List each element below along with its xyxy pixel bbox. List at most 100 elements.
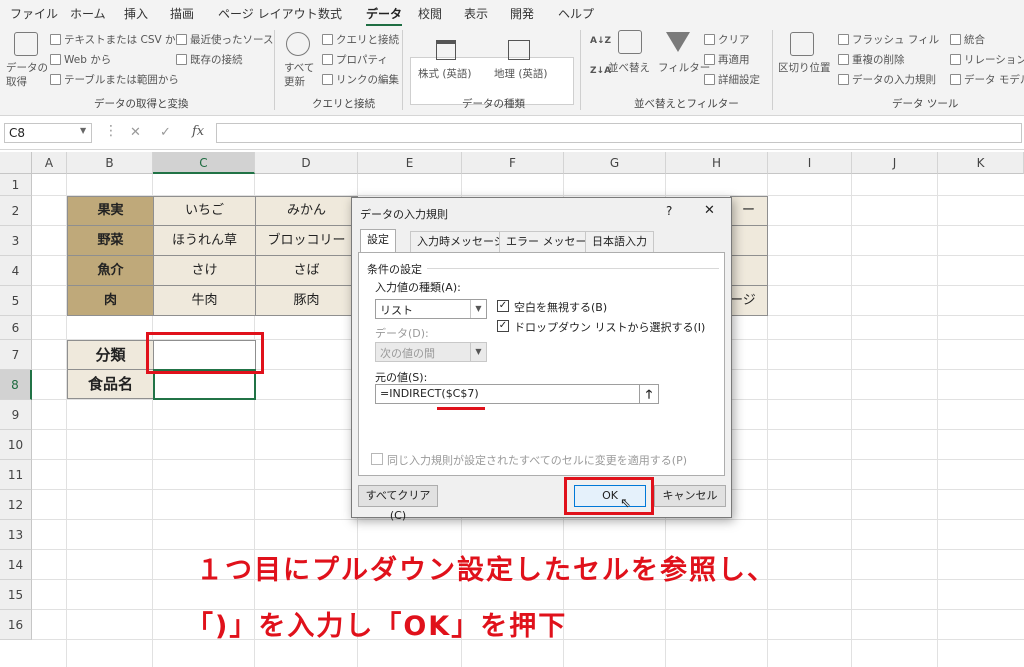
item-cell[interactable]: 牛肉 [153, 285, 256, 316]
remove-duplicates-button[interactable]: 重複の削除 [852, 52, 905, 67]
row-header[interactable]: 3 [0, 226, 32, 256]
name-box-dropdown-icon[interactable]: ▼ [80, 126, 86, 135]
select-all-corner[interactable] [0, 152, 32, 174]
reapply-button[interactable]: 再適用 [718, 52, 750, 67]
column-header[interactable]: E [358, 152, 462, 174]
enter-icon[interactable]: ✓ [160, 125, 171, 140]
help-icon[interactable]: ? [666, 204, 672, 218]
row-header[interactable]: 14 [0, 550, 32, 580]
cancel-icon[interactable]: ✕ [130, 125, 141, 140]
tab-review[interactable]: 校閲 [418, 5, 442, 22]
tab-help[interactable]: ヘルプ [558, 5, 594, 22]
row-header[interactable]: 12 [0, 490, 32, 520]
item-cell[interactable]: 豚肉 [255, 285, 358, 316]
category-cell[interactable]: 野菜 [67, 225, 154, 256]
tab-formulas[interactable]: 数式 [318, 5, 342, 22]
item-cell[interactable]: いちご [153, 196, 256, 226]
from-web-button[interactable]: Web から [64, 52, 111, 67]
column-header[interactable]: D [255, 152, 358, 174]
get-data-button-line1[interactable]: データの [6, 60, 48, 75]
edit-links-button[interactable]: リンクの編集 [336, 72, 399, 87]
clear-button[interactable]: クリア [718, 32, 750, 47]
range-select-arrow-icon[interactable]: 🡑 [639, 384, 659, 404]
formula-input[interactable] [216, 123, 1022, 143]
data-validation-button[interactable]: データの入力規則 [852, 72, 936, 87]
column-header[interactable]: K [938, 152, 1024, 174]
column-header[interactable]: G [564, 152, 666, 174]
properties-button[interactable]: プロパティ [336, 52, 388, 67]
advanced-button[interactable]: 詳細設定 [718, 72, 760, 87]
name-box[interactable]: C8 [4, 123, 92, 143]
row-header[interactable]: 11 [0, 460, 32, 490]
allow-select[interactable]: リスト ▼ [375, 299, 487, 319]
insert-function-icon[interactable]: fx [192, 124, 204, 139]
item-cell[interactable]: さけ [153, 255, 256, 286]
column-header[interactable]: C [153, 152, 255, 174]
tab-file[interactable]: ファイル [10, 5, 58, 22]
column-header[interactable]: B [67, 152, 153, 174]
refresh-all-line1[interactable]: すべて [284, 60, 314, 75]
get-data-button-line2[interactable]: 取得 [6, 74, 27, 89]
tab-draw[interactable]: 描画 [170, 5, 194, 22]
row-header[interactable]: 13 [0, 520, 32, 550]
item-cell[interactable]: みかん [255, 196, 358, 226]
apply-all-checkbox[interactable] [371, 453, 383, 465]
geography-button[interactable]: 地理 (英語) [494, 66, 548, 81]
item-cell[interactable] [730, 225, 768, 256]
item-cell[interactable]: ほうれん草 [153, 225, 256, 256]
text-to-columns-button[interactable]: 区切り位置 [778, 60, 831, 75]
relationships-button[interactable]: リレーションシ [964, 52, 1024, 67]
item-cell[interactable]: ブロッコリー [255, 225, 358, 256]
queries-connections-button[interactable]: クエリと接続 [336, 32, 399, 47]
filter-button[interactable]: フィルター [658, 60, 710, 75]
row-header[interactable]: 2 [0, 196, 32, 226]
row-header[interactable]: 15 [0, 580, 32, 610]
clear-all-button[interactable]: すべてクリア(C) [358, 485, 438, 522]
ignore-blank-checkbox[interactable]: ✓ [497, 300, 509, 312]
column-header[interactable]: A [32, 152, 67, 174]
tab-insert[interactable]: 挿入 [124, 5, 148, 22]
data-model-button[interactable]: データ モデル [964, 72, 1024, 87]
column-header[interactable]: J [852, 152, 938, 174]
tab-developer[interactable]: 開発 [510, 5, 534, 22]
from-table-range-button[interactable]: テーブルまたは範囲から [64, 72, 179, 87]
tab-input-message[interactable]: 入力時メッセージ [410, 231, 512, 253]
cancel-button[interactable]: キャンセル [654, 485, 726, 507]
stocks-button[interactable]: 株式 (英語) [418, 66, 472, 81]
flash-fill-button[interactable]: フラッシュ フィル [852, 32, 939, 47]
tab-ime-mode[interactable]: 日本語入力 [585, 231, 654, 253]
row-header[interactable]: 7 [0, 340, 32, 370]
column-header[interactable]: I [768, 152, 852, 174]
row-header[interactable]: 4 [0, 256, 32, 286]
row-header[interactable]: 9 [0, 400, 32, 430]
column-header[interactable]: H [666, 152, 768, 174]
data-select[interactable]: 次の値の間 ▼ [375, 342, 487, 362]
tab-data[interactable]: データ [366, 5, 403, 27]
close-icon[interactable]: ✕ [704, 203, 715, 218]
recent-sources-button[interactable]: 最近使ったソース [190, 32, 273, 47]
source-input[interactable]: =INDIRECT($C$7) [375, 384, 659, 404]
item-cell[interactable] [730, 255, 768, 286]
category-cell[interactable]: 肉 [67, 285, 154, 316]
sort-az-icon[interactable]: A↓Z [590, 36, 611, 46]
column-header[interactable]: F [462, 152, 564, 174]
row-header[interactable]: 1 [0, 174, 32, 196]
in-cell-dropdown-checkbox[interactable]: ✓ [497, 320, 509, 332]
item-cell[interactable]: さば [255, 255, 358, 286]
row-header[interactable]: 16 [0, 610, 32, 640]
tab-page-layout[interactable]: ページ レイアウト [218, 5, 318, 22]
row-header[interactable]: 5 [0, 286, 32, 316]
row-header[interactable]: 6 [0, 316, 32, 340]
from-text-csv-button[interactable]: テキストまたは CSV から [64, 32, 186, 47]
consolidate-button[interactable]: 統合 [964, 32, 985, 47]
tab-settings[interactable]: 設定 [360, 229, 396, 253]
row-header[interactable]: 10 [0, 430, 32, 460]
existing-connections-button[interactable]: 既存の接続 [190, 52, 243, 67]
category-cell[interactable]: 魚介 [67, 255, 154, 286]
tab-view[interactable]: 表示 [464, 5, 488, 22]
item-cell[interactable]: ージ [730, 285, 768, 316]
tab-home[interactable]: ホーム [70, 5, 106, 22]
category-cell[interactable]: 果実 [67, 196, 154, 226]
item-cell[interactable]: ー [730, 196, 768, 226]
sort-button[interactable]: 並べ替え [608, 60, 650, 75]
